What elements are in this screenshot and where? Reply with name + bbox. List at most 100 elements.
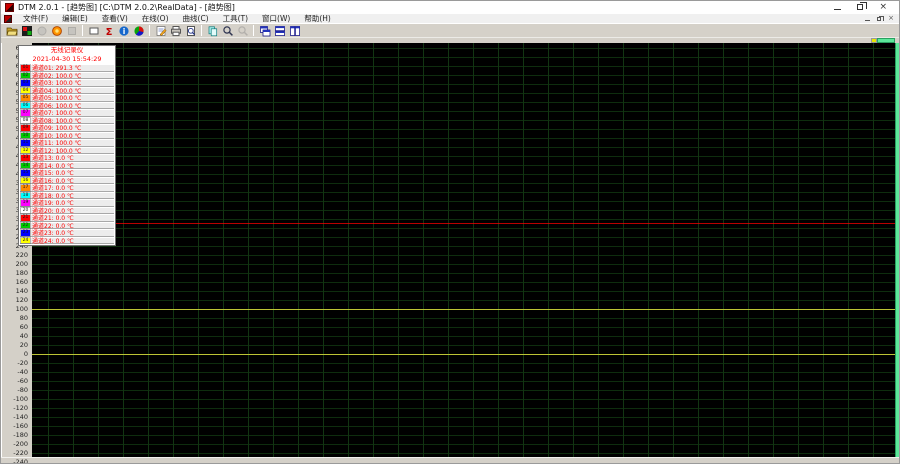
toolbar-separator [201, 25, 202, 36]
series-line-24 [32, 354, 895, 355]
y-tick-label: -140 [3, 413, 28, 421]
y-tick-label: -40 [3, 368, 28, 376]
v-gridline [248, 43, 249, 457]
y-tick-label: -100 [3, 395, 28, 403]
y-tick-label: -180 [3, 431, 28, 439]
h-gridline [32, 255, 895, 256]
v-gridline [523, 43, 524, 457]
h-gridline [32, 408, 895, 409]
legend-rows: 01通道01: 291.3 ℃02通道02: 100.0 ℃03通道03: 10… [19, 64, 115, 244]
realtime-icon[interactable] [49, 24, 64, 37]
y-tick-label: -20 [3, 359, 28, 367]
region-select-icon[interactable] [86, 24, 101, 37]
h-gridline [32, 273, 895, 274]
open-folder-icon[interactable] [4, 24, 19, 37]
channel-color-swatch: 12 [21, 148, 30, 154]
menu-edit[interactable]: 编辑(E) [55, 14, 95, 23]
h-gridline [32, 228, 895, 229]
h-gridline [32, 435, 895, 436]
y-tick-label: 80 [3, 314, 28, 322]
v-gridline [698, 43, 699, 457]
menu-window[interactable]: 窗口(W) [255, 14, 297, 23]
copy-icon[interactable] [205, 24, 220, 37]
legend-row-24[interactable]: 24通道24: 0.0 ℃ [20, 237, 114, 245]
y-tick-label: -80 [3, 386, 28, 394]
v-gridline [173, 43, 174, 457]
y-tick-label: 40 [3, 332, 28, 340]
print-icon[interactable] [168, 24, 183, 37]
tile-vertical-icon[interactable] [287, 24, 302, 37]
v-gridline [498, 43, 499, 457]
v-gridline [773, 43, 774, 457]
h-gridline [32, 201, 895, 202]
menu-online[interactable]: 在线(O) [135, 14, 176, 23]
h-gridline [32, 390, 895, 391]
print-preview-icon[interactable] [183, 24, 198, 37]
close-button[interactable]: × [879, 3, 887, 12]
channel-color-swatch: 19 [21, 200, 30, 206]
y-tick-label: 180 [3, 269, 28, 277]
v-gridline [723, 43, 724, 457]
h-gridline [32, 300, 895, 301]
tile-horizontal-icon[interactable] [272, 24, 287, 37]
menu-file[interactable]: 文件(F) [16, 14, 55, 23]
v-gridline [148, 43, 149, 457]
legend-panel[interactable]: 无线记录仪 2021-04-30 15:54:29 01通道01: 291.3 … [18, 45, 116, 246]
channel-color-swatch: 08 [21, 118, 30, 124]
v-gridline [648, 43, 649, 457]
child-minimize-button[interactable] [865, 14, 870, 23]
minimize-icon [834, 9, 841, 10]
h-gridline [32, 210, 895, 211]
h-gridline [32, 336, 895, 337]
edit-note-icon[interactable] [153, 24, 168, 37]
y-tick-label: 0 [3, 350, 28, 358]
y-tick-label: 100 [3, 305, 28, 313]
channel-color-swatch: 22 [21, 223, 30, 229]
h-gridline [32, 399, 895, 400]
menu-tools[interactable]: 工具(T) [216, 14, 255, 23]
h-gridline [32, 318, 895, 319]
menu-help[interactable]: 帮助(H) [297, 14, 338, 23]
zoom-in-icon[interactable] [220, 24, 235, 37]
h-gridline [32, 291, 895, 292]
h-gridline [32, 57, 895, 58]
h-gridline [32, 363, 895, 364]
toolbar-separator [82, 25, 83, 36]
plot-area[interactable] [32, 43, 895, 457]
v-gridline [448, 43, 449, 457]
h-gridline [32, 345, 895, 346]
toolbar-separator [253, 25, 254, 36]
channel-color-swatch: 05 [21, 95, 30, 101]
y-tick-label: 200 [3, 260, 28, 268]
channel-color-swatch: 18 [21, 193, 30, 199]
channel-color-swatch: 24 [21, 238, 30, 244]
toolbar: Σi [1, 23, 899, 37]
cascade-windows-icon[interactable] [257, 24, 272, 37]
connect-icon[interactable] [19, 24, 34, 37]
v-gridline [623, 43, 624, 457]
h-gridline [32, 264, 895, 265]
vertical-scroll-thumb[interactable] [895, 43, 899, 457]
pie-chart-icon[interactable] [131, 24, 146, 37]
restore-button[interactable] [857, 3, 863, 12]
v-gridline [473, 43, 474, 457]
channel-color-swatch: 13 [21, 155, 30, 161]
h-gridline [32, 174, 895, 175]
child-restore-button[interactable] [877, 14, 881, 23]
channel-color-swatch: 23 [21, 230, 30, 236]
channel-color-swatch: 07 [21, 110, 30, 116]
minimize-button[interactable] [834, 3, 841, 12]
child-window-icon[interactable] [4, 15, 12, 23]
h-gridline [32, 102, 895, 103]
menu-view[interactable]: 查看(V) [95, 14, 135, 23]
sigma-icon[interactable]: Σ [101, 24, 116, 37]
h-gridline [32, 381, 895, 382]
channel-color-swatch: 21 [21, 215, 30, 221]
child-close-button[interactable]: × [888, 15, 894, 22]
v-gridline [423, 43, 424, 457]
h-gridline [32, 48, 895, 49]
menu-curve[interactable]: 曲线(C) [176, 14, 216, 23]
channel-color-swatch: 04 [21, 88, 30, 94]
h-gridline [32, 372, 895, 373]
info-icon[interactable]: i [116, 24, 131, 37]
